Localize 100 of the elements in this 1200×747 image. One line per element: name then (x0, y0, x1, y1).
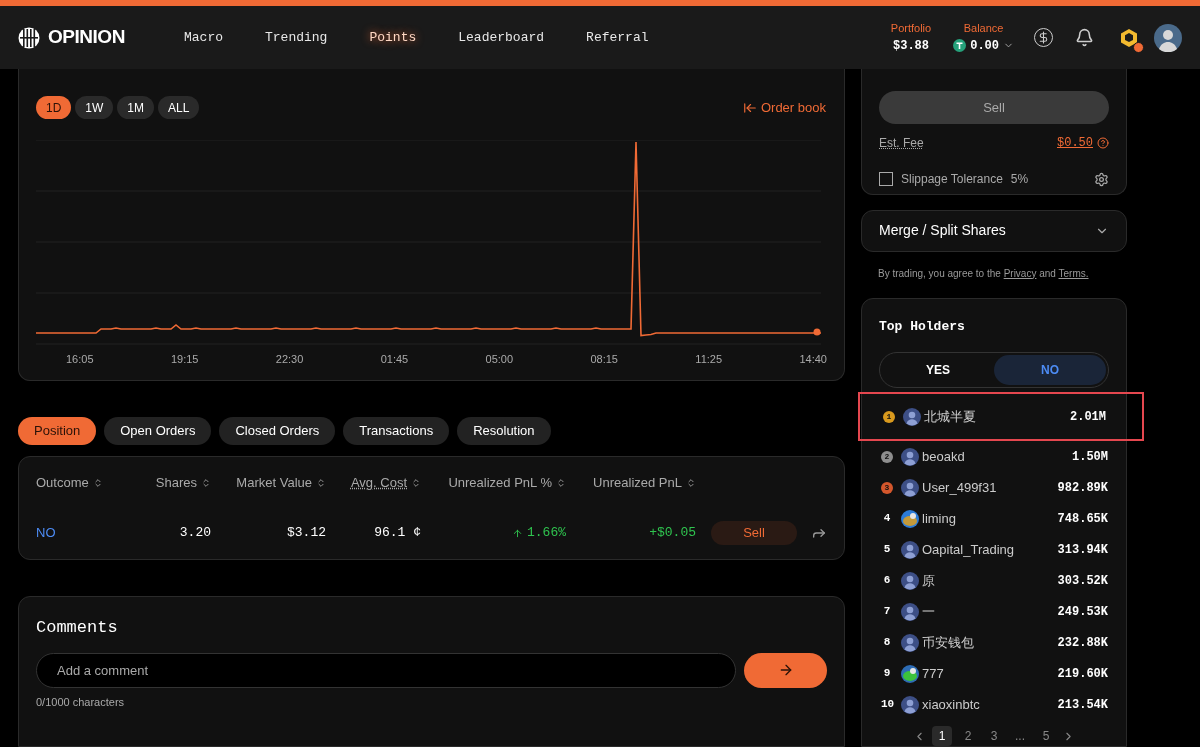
holder-amount: 748.65K (1057, 510, 1108, 528)
order-book-link[interactable]: Order book (742, 97, 826, 118)
outcome-tab[interactable]: NO (994, 355, 1106, 385)
collapse-left-icon (742, 100, 757, 115)
rank-number: 9 (882, 666, 892, 682)
page-button[interactable]: 2 (958, 726, 978, 746)
column-header[interactable]: Outcome (36, 473, 89, 493)
page-button[interactable]: 1 (932, 726, 952, 746)
rank-medal: 3 (881, 481, 893, 494)
rank-medal: 1 (883, 410, 895, 423)
column-header[interactable]: Market Value (236, 473, 312, 493)
position-tab[interactable]: Resolution (457, 417, 551, 445)
position-tab[interactable]: Position (18, 417, 97, 445)
holder-row[interactable]: 1 北城半夏 2.01M (858, 392, 1144, 441)
holder-amount: 1.50M (1072, 448, 1108, 466)
holder-row[interactable]: 6 原 303.52K (862, 565, 1126, 596)
holder-amount: 232.88K (1057, 634, 1108, 652)
holder-name: User_499f31 (922, 478, 997, 497)
nav-link[interactable]: Macro (170, 23, 237, 52)
table-cell-text: 3.20 (178, 524, 211, 543)
holder-row[interactable]: 5 Oapital_Trading 313.94K (862, 534, 1126, 565)
column-header[interactable]: Shares (155, 473, 197, 493)
table-cell-text: 96.1 ¢ (373, 524, 421, 543)
slippage-value: 5% (1010, 171, 1029, 188)
logo-icon (18, 26, 40, 49)
user-avatar-icon (901, 447, 919, 466)
column-header[interactable]: Unrealized PnL % (448, 473, 552, 493)
holder-row[interactable]: 2 beoakd 1.50M (862, 441, 1126, 472)
table-cell-text: NO (36, 524, 57, 543)
character-counter: 0/1000 characters (36, 694, 126, 710)
page-button[interactable]: 3 (984, 726, 1004, 746)
x-axis-label: 22:30 (275, 352, 304, 367)
notification-bell-icon[interactable] (1075, 28, 1094, 47)
cube-icon[interactable] (1118, 26, 1140, 49)
rank-number: 10 (881, 697, 893, 713)
user-avatar-icon (901, 633, 919, 652)
sort-icon[interactable] (316, 478, 326, 488)
position-tab[interactable]: Open Orders (104, 417, 212, 445)
rank-medal: 2 (881, 450, 893, 463)
nav-link[interactable]: Referral (572, 23, 663, 52)
rank-number: 8 (882, 635, 892, 651)
terms-link[interactable]: Terms. (1058, 267, 1089, 279)
rank-number: 6 (882, 573, 892, 589)
x-axis-label: 14:40 (799, 352, 827, 367)
holder-name: 一 (922, 602, 935, 621)
balance-dropdown[interactable]: 0.00 (953, 36, 1014, 55)
column-header[interactable]: Avg. Cost (350, 473, 407, 493)
sell-button[interactable]: Sell (711, 521, 797, 545)
sort-icon[interactable] (411, 478, 421, 488)
outcome-tab[interactable]: YES (882, 355, 994, 385)
portfolio-label: Portfolio (890, 21, 932, 37)
x-axis-label: 11:25 (695, 352, 723, 367)
user-avatar-icon (901, 571, 919, 590)
fee-label: Est. Fee (879, 135, 924, 152)
holder-amount: 249.53K (1057, 603, 1108, 621)
position-tab[interactable]: Transactions (343, 417, 450, 445)
help-icon[interactable] (1097, 137, 1109, 149)
comment-input[interactable]: Add a comment (36, 652, 736, 688)
nav-link[interactable]: Trending (251, 23, 342, 52)
holder-amount: 2.01M (1070, 408, 1106, 426)
tether-icon (953, 39, 967, 53)
terms-notice: By trading, you agree to the Privacy and Terms. (877, 266, 1090, 281)
nav-link[interactable]: Points (355, 23, 431, 52)
merge-split-dropdown[interactable]: Merge / Split Shares (861, 210, 1127, 252)
range-tab[interactable]: ALL (158, 96, 200, 119)
holder-amount: 313.94K (1057, 541, 1108, 559)
range-tab[interactable]: 1W (75, 96, 114, 119)
range-tab[interactable]: 1D (36, 96, 72, 119)
x-axis-label: 16:05 (66, 352, 94, 367)
sort-icon[interactable] (201, 478, 211, 488)
column-header[interactable]: Unrealized PnL (593, 473, 682, 493)
sort-icon[interactable] (556, 478, 566, 488)
holder-row[interactable]: 7 一 249.53K (862, 596, 1126, 627)
profile-avatar-icon[interactable] (1154, 23, 1182, 52)
top-holders-title: Top Holders (878, 317, 966, 336)
sell-submit-button[interactable]: Sell (879, 91, 1109, 124)
holder-row[interactable]: 8 币安钱包 232.88K (862, 627, 1126, 658)
user-avatar-icon (903, 407, 921, 426)
holder-row[interactable]: 9 777 219.60K (862, 658, 1126, 689)
position-tab[interactable]: Closed Orders (219, 417, 336, 445)
portfolio-value: $3.88 (893, 37, 929, 55)
sort-icon[interactable] (686, 478, 696, 488)
comments-title: Comments (36, 617, 119, 639)
holder-row[interactable]: 3 User_499f31 982.89K (862, 472, 1126, 503)
page-button[interactable]: ... (1010, 726, 1030, 746)
sort-icon[interactable] (92, 478, 103, 488)
table-cell-text: +$0.05 (648, 524, 696, 543)
holder-name: Oapital_Trading (922, 540, 1014, 559)
holder-name: liming (922, 509, 956, 528)
range-tab[interactable]: 1M (117, 96, 154, 119)
nav-link[interactable]: Leaderboard (444, 23, 559, 52)
slippage-checkbox[interactable] (879, 172, 893, 186)
rank-number: 7 (882, 604, 892, 620)
holder-row[interactable]: 10 xiaoxinbtc 213.54K (862, 689, 1126, 720)
privacy-link[interactable]: Privacy (1003, 267, 1037, 279)
settings-icon[interactable] (1094, 171, 1109, 187)
holder-row[interactable]: 4 liming 748.65K (862, 503, 1126, 534)
page-button[interactable]: 5 (1036, 726, 1056, 746)
send-button[interactable] (744, 652, 827, 688)
holder-name: beoakd (922, 447, 965, 466)
